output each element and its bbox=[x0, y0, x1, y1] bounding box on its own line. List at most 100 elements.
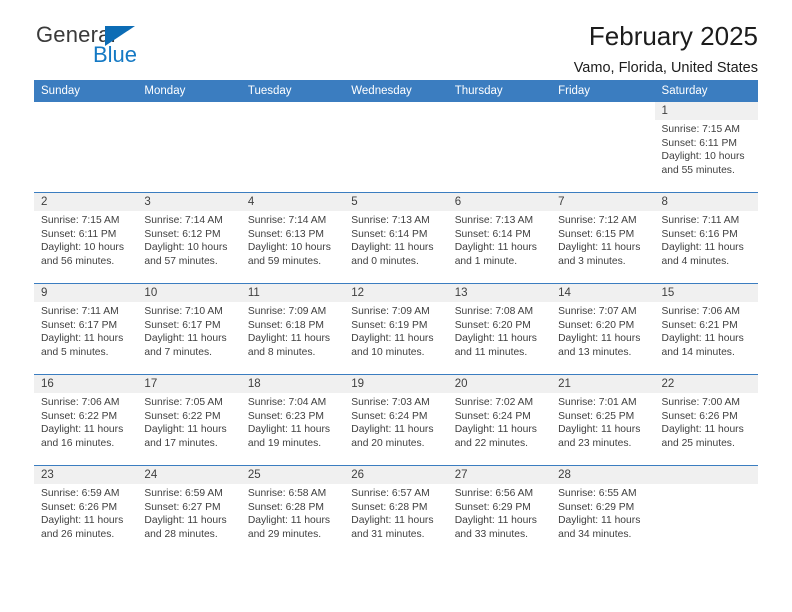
day-cell-inner: 22 Sunrise: 7:00 AM Sunset: 6:26 PM Dayligh… bbox=[654, 375, 758, 465]
sunrise-text: Sunrise: 7:12 AM bbox=[558, 215, 637, 226]
sunset-text: Sunset: 6:11 PM bbox=[41, 228, 117, 240]
calendar-day-cell[interactable]: 16 Sunrise: 7:06 AM Sunset: 6:22 PM Dayligh… bbox=[34, 374, 138, 466]
sunset-text: Sunset: 6:15 PM bbox=[558, 228, 635, 240]
day-cell-inner: 10 Sunrise: 7:10 AM Sunset: 6:17 PM Dayligh… bbox=[137, 284, 241, 374]
calendar-day-cell[interactable]: 23 Sunrise: 6:59 AM Sunset: 6:26 PM Dayligh… bbox=[34, 465, 138, 556]
daylight-text-line1: Daylight: 11 hours bbox=[454, 515, 537, 527]
day-number bbox=[137, 102, 241, 120]
day-cell-inner: 9 Sunrise: 7:11 AM Sunset: 6:17 PM Daylight… bbox=[34, 284, 138, 374]
calendar-day-cell[interactable]: 6 Sunrise: 7:13 AM Sunset: 6:14 PM Daylight… bbox=[447, 192, 552, 284]
day-number: 5 bbox=[344, 193, 448, 211]
day-cell-inner: 13 Sunrise: 7:08 AM Sunset: 6:20 PM Dayligh… bbox=[447, 284, 552, 374]
day-details: Sunrise: 7:02 AM Sunset: 6:24 PM Daylight:… bbox=[448, 393, 551, 450]
daylight-text-line2: and 57 minutes. bbox=[144, 255, 218, 267]
daylight-text-line1: Daylight: 11 hours bbox=[41, 333, 124, 345]
day-cell-inner bbox=[551, 102, 655, 192]
day-number bbox=[344, 102, 448, 120]
calendar-day-cell[interactable]: 10 Sunrise: 7:10 AM Sunset: 6:17 PM Dayligh… bbox=[137, 283, 241, 375]
calendar-empty-cell bbox=[654, 465, 758, 556]
calendar-day-cell[interactable]: 7 Sunrise: 7:12 AM Sunset: 6:15 PM Daylight… bbox=[551, 192, 655, 284]
daylight-text-line2: and 16 minutes. bbox=[41, 437, 115, 449]
calendar-day-cell[interactable]: 26 Sunrise: 6:57 AM Sunset: 6:28 PM Dayligh… bbox=[344, 465, 448, 556]
calendar-day-cell[interactable]: 3 Sunrise: 7:14 AM Sunset: 6:12 PM Daylight… bbox=[137, 192, 241, 284]
day-number: 22 bbox=[654, 375, 758, 393]
calendar-empty-cell bbox=[447, 102, 552, 193]
day-number bbox=[654, 466, 758, 484]
daylight-text-line1: Daylight: 11 hours bbox=[351, 333, 434, 345]
day-details: Sunrise: 7:03 AM Sunset: 6:24 PM Daylight:… bbox=[344, 393, 447, 450]
calendar-day-cell[interactable]: 13 Sunrise: 7:08 AM Sunset: 6:20 PM Dayligh… bbox=[447, 283, 552, 375]
day-details: Sunrise: 7:05 AM Sunset: 6:22 PM Daylight:… bbox=[137, 393, 240, 450]
sunset-text: Sunset: 6:22 PM bbox=[144, 410, 221, 422]
sunrise-text: Sunrise: 6:59 AM bbox=[41, 488, 120, 499]
daylight-text-line2: and 28 minutes. bbox=[144, 528, 218, 540]
calendar-table: Sunday Monday Tuesday Wednesday Thursday… bbox=[34, 80, 758, 556]
day-number: 15 bbox=[654, 284, 758, 302]
calendar-day-cell[interactable]: 5 Sunrise: 7:13 AM Sunset: 6:14 PM Daylight… bbox=[344, 192, 448, 284]
calendar-day-cell[interactable]: 12 Sunrise: 7:09 AM Sunset: 6:19 PM Dayligh… bbox=[344, 283, 448, 375]
day-details: Sunrise: 7:09 AM Sunset: 6:18 PM Daylight:… bbox=[241, 302, 344, 359]
sunrise-text: Sunrise: 7:07 AM bbox=[558, 306, 637, 317]
day-cell-inner bbox=[654, 466, 758, 556]
calendar-day-cell[interactable]: 24 Sunrise: 6:59 AM Sunset: 6:27 PM Dayligh… bbox=[137, 465, 241, 556]
sunrise-text: Sunrise: 7:03 AM bbox=[351, 397, 430, 408]
day-number: 1 bbox=[654, 102, 758, 120]
sunset-text: Sunset: 6:16 PM bbox=[661, 228, 738, 240]
calendar-day-cell[interactable]: 4 Sunrise: 7:14 AM Sunset: 6:13 PM Daylight… bbox=[240, 192, 345, 284]
daylight-text-line2: and 25 minutes. bbox=[661, 437, 735, 449]
weekday-header-thursday: Thursday bbox=[447, 80, 552, 102]
sunset-text: Sunset: 6:20 PM bbox=[558, 319, 635, 331]
sunrise-text: Sunrise: 7:11 AM bbox=[661, 215, 740, 226]
calendar-day-cell[interactable]: 27 Sunrise: 6:56 AM Sunset: 6:29 PM Dayligh… bbox=[447, 465, 552, 556]
sunrise-text: Sunrise: 7:14 AM bbox=[247, 215, 327, 226]
sunset-text: Sunset: 6:28 PM bbox=[351, 501, 428, 513]
sunset-text: Sunset: 6:14 PM bbox=[351, 228, 428, 240]
calendar-day-cell[interactable]: 9 Sunrise: 7:11 AM Sunset: 6:17 PM Daylight… bbox=[34, 283, 138, 375]
calendar-day-cell[interactable]: 21 Sunrise: 7:01 AM Sunset: 6:25 PM Dayligh… bbox=[551, 374, 655, 466]
calendar-day-cell[interactable]: 17 Sunrise: 7:05 AM Sunset: 6:22 PM Dayligh… bbox=[137, 374, 241, 466]
sunrise-text: Sunrise: 7:04 AM bbox=[247, 397, 327, 408]
day-number: 13 bbox=[447, 284, 552, 302]
day-cell-inner: 24 Sunrise: 6:59 AM Sunset: 6:27 PM Dayligh… bbox=[137, 466, 241, 556]
weekday-header-friday: Friday bbox=[551, 80, 655, 102]
general-blue-logo[interactable]: General Blue bbox=[34, 24, 254, 74]
calendar-week-row: 9 Sunrise: 7:11 AM Sunset: 6:17 PM Daylight… bbox=[34, 283, 758, 375]
day-cell-inner: 16 Sunrise: 7:06 AM Sunset: 6:22 PM Dayligh… bbox=[34, 375, 138, 465]
calendar-day-cell[interactable]: 20 Sunrise: 7:02 AM Sunset: 6:24 PM Dayligh… bbox=[447, 374, 552, 466]
day-cell-inner: 12 Sunrise: 7:09 AM Sunset: 6:19 PM Dayligh… bbox=[344, 284, 448, 374]
calendar-day-cell[interactable]: 19 Sunrise: 7:03 AM Sunset: 6:24 PM Dayligh… bbox=[344, 374, 448, 466]
calendar-week-row: 23 Sunrise: 6:59 AM Sunset: 6:26 PM Dayligh… bbox=[34, 465, 758, 556]
day-cell-inner: 26 Sunrise: 6:57 AM Sunset: 6:28 PM Dayligh… bbox=[344, 466, 448, 556]
day-cell-inner bbox=[137, 102, 241, 192]
calendar-day-cell[interactable]: 1 Sunrise: 7:15 AM Sunset: 6:11 PM Daylight… bbox=[654, 102, 758, 193]
sunset-text: Sunset: 6:17 PM bbox=[41, 319, 118, 331]
sunset-text: Sunset: 6:29 PM bbox=[558, 501, 635, 513]
daylight-text-line1: Daylight: 11 hours bbox=[558, 424, 641, 436]
calendar-day-cell[interactable]: 14 Sunrise: 7:07 AM Sunset: 6:20 PM Dayligh… bbox=[551, 283, 655, 375]
calendar-day-cell[interactable]: 15 Sunrise: 7:06 AM Sunset: 6:21 PM Dayligh… bbox=[654, 283, 758, 375]
sunrise-text: Sunrise: 7:11 AM bbox=[41, 306, 119, 317]
day-cell-inner: 21 Sunrise: 7:01 AM Sunset: 6:25 PM Dayligh… bbox=[551, 375, 655, 465]
calendar-day-cell[interactable]: 2 Sunrise: 7:15 AM Sunset: 6:11 PM Daylight… bbox=[34, 192, 138, 284]
day-number: 23 bbox=[34, 466, 138, 484]
day-number: 28 bbox=[551, 466, 655, 484]
calendar-day-cell[interactable]: 28 Sunrise: 6:55 AM Sunset: 6:29 PM Dayligh… bbox=[551, 465, 655, 556]
daylight-text-line1: Daylight: 11 hours bbox=[661, 333, 744, 345]
day-cell-inner: 18 Sunrise: 7:04 AM Sunset: 6:23 PM Dayligh… bbox=[240, 375, 345, 465]
calendar-day-cell[interactable]: 8 Sunrise: 7:11 AM Sunset: 6:16 PM Daylight… bbox=[654, 192, 758, 284]
daylight-text-line1: Daylight: 11 hours bbox=[661, 242, 744, 254]
calendar-body: 1 Sunrise: 7:15 AM Sunset: 6:11 PM Daylight… bbox=[34, 102, 758, 556]
logo-text-blue: Blue bbox=[93, 42, 138, 67]
daylight-text-line1: Daylight: 10 hours bbox=[247, 242, 331, 254]
daylight-text-line2: and 55 minutes. bbox=[661, 164, 735, 176]
day-cell-inner: 27 Sunrise: 6:56 AM Sunset: 6:29 PM Dayligh… bbox=[447, 466, 552, 556]
day-details: Sunrise: 7:13 AM Sunset: 6:14 PM Daylight:… bbox=[344, 211, 447, 268]
calendar-day-cell[interactable]: 22 Sunrise: 7:00 AM Sunset: 6:26 PM Dayligh… bbox=[654, 374, 758, 466]
day-details: Sunrise: 7:14 AM Sunset: 6:12 PM Daylight:… bbox=[137, 211, 240, 268]
sunrise-text: Sunrise: 7:00 AM bbox=[661, 397, 740, 408]
calendar-day-cell[interactable]: 11 Sunrise: 7:09 AM Sunset: 6:18 PM Dayligh… bbox=[240, 283, 345, 375]
calendar-day-cell[interactable]: 18 Sunrise: 7:04 AM Sunset: 6:23 PM Dayligh… bbox=[240, 374, 345, 466]
day-number: 25 bbox=[240, 466, 345, 484]
calendar-day-cell[interactable]: 25 Sunrise: 6:58 AM Sunset: 6:28 PM Dayligh… bbox=[240, 465, 345, 556]
daylight-text-line2: and 56 minutes. bbox=[41, 255, 115, 267]
